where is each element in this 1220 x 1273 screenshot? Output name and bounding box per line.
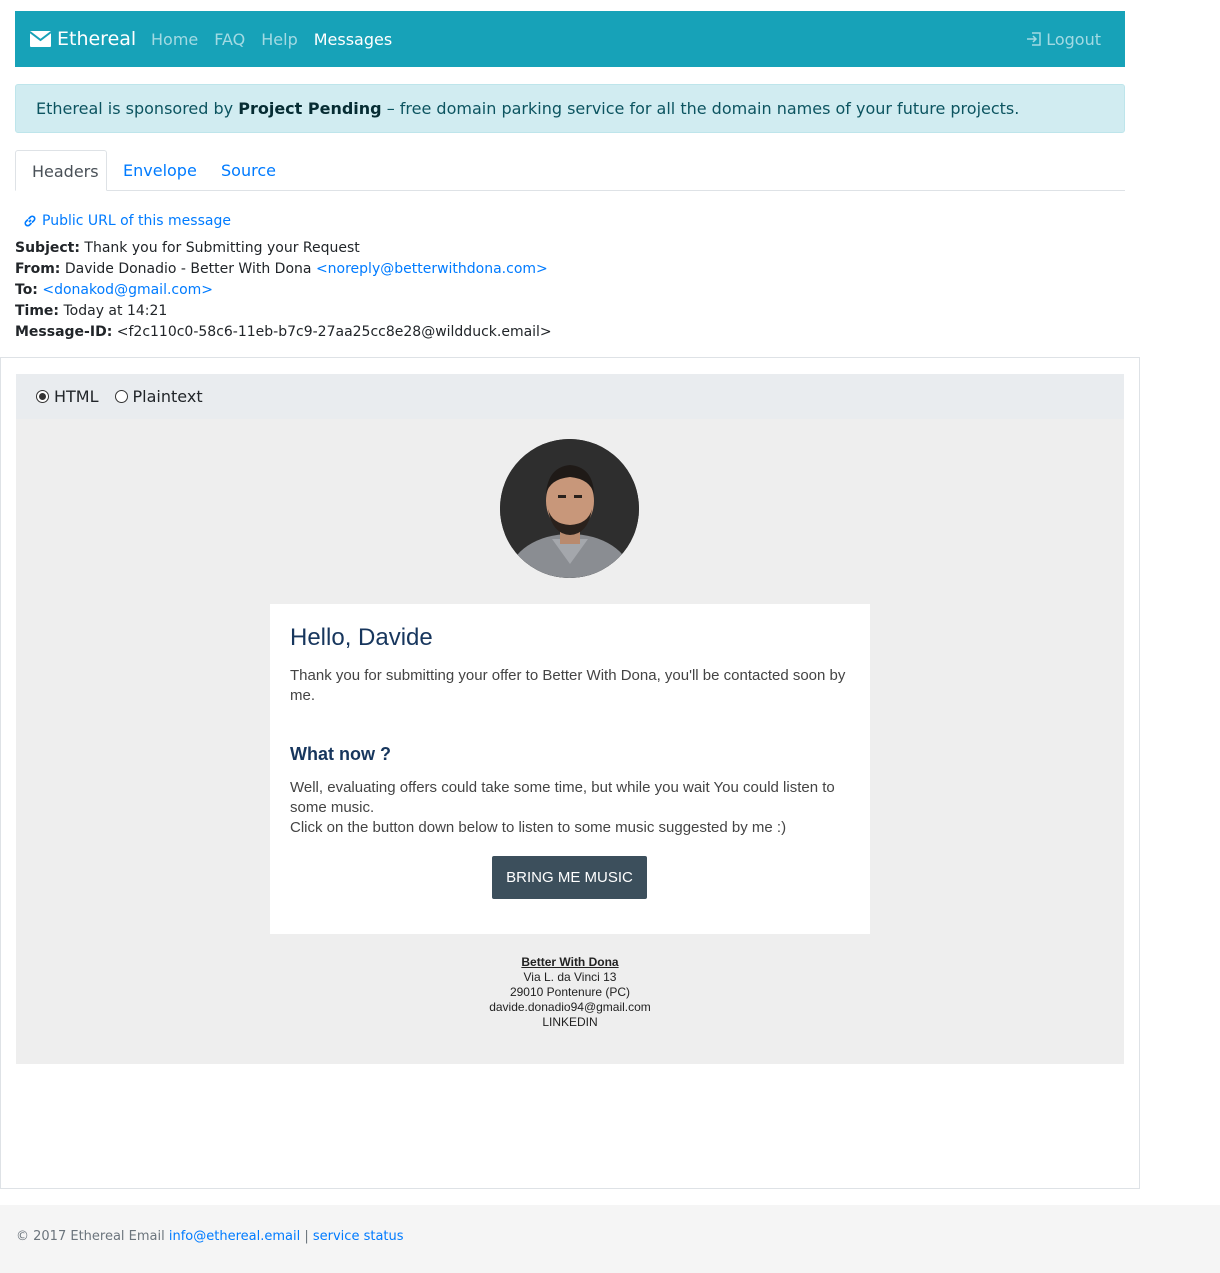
bring-me-music-button[interactable]: BRING ME MUSIC (492, 856, 647, 899)
message-id-label: Message-ID: (15, 324, 113, 340)
to-label: To: (15, 282, 38, 298)
public-url-label: Public URL of this message (42, 213, 231, 229)
avatar-portrait (500, 439, 639, 578)
email-intro: Thank you for submitting your offer to B… (290, 667, 846, 704)
sponsor-alert: Ethereal is sponsored by Project Pending… (15, 84, 1125, 133)
footer-copyright: © 2017 Ethereal Email (16, 1229, 169, 1244)
page-footer: © 2017 Ethereal Email info@ethereal.emai… (0, 1205, 1220, 1273)
subject-value: Thank you for Submitting your Request (84, 240, 360, 256)
header-time: Time: Today at 14:21 (15, 303, 167, 319)
email-subheading: What now ? (290, 744, 391, 764)
radio-html-indicator[interactable] (36, 390, 49, 403)
header-subject: Subject: Thank you for Submitting your R… (15, 240, 360, 256)
header-from: From: Davide Donadio - Better With Dona … (15, 261, 548, 277)
message-tabs: Headers Envelope Source (15, 150, 1125, 191)
message-id-value: <f2c110c0-58c6-11eb-b7c9-27aa25cc8e28@wi… (116, 324, 552, 340)
footer-city: 29010 Pontenure (PC) (509, 985, 631, 999)
subject-label: Subject: (15, 240, 80, 256)
footer-street: Via L. da Vinci 13 (523, 970, 617, 984)
nav-help[interactable]: Help (261, 30, 297, 49)
from-label: From: (15, 261, 61, 277)
header-message-id: Message-ID: <f2c110c0-58c6-11eb-b7c9-27a… (15, 324, 552, 340)
brand-link[interactable]: Ethereal (30, 11, 136, 67)
time-label: Time: (15, 303, 60, 319)
time-value: Today at 14:21 (63, 303, 168, 319)
sponsor-name[interactable]: Project Pending (238, 99, 381, 118)
sponsor-text: Ethereal is sponsored by Project Pending… (16, 99, 1019, 118)
from-email-link[interactable]: <noreply@betterwithdona.com> (316, 261, 548, 277)
brand-name: Ethereal (57, 28, 137, 50)
radio-html[interactable]: HTML (36, 387, 99, 406)
footer-company-link[interactable]: Better With Dona (270, 955, 870, 970)
sponsor-prefix: Ethereal is sponsored by (36, 99, 239, 118)
tab-headers[interactable]: Headers (15, 150, 107, 191)
tab-source[interactable]: Source (205, 150, 292, 190)
profile-avatar (500, 439, 639, 578)
envelope-icon (30, 31, 51, 47)
footer-separator: | (300, 1229, 313, 1244)
radio-html-label: HTML (54, 387, 99, 406)
logout-icon (1027, 32, 1041, 46)
email-body: Well, evaluating offers could take some … (290, 778, 850, 838)
footer-email[interactable]: davide.donadio94@gmail.com (270, 1000, 870, 1015)
footer-linkedin-link[interactable]: LINKEDIN (270, 1015, 870, 1030)
sponsor-suffix: – free domain parking service for all th… (381, 99, 1020, 118)
header-to: To: <donakod@gmail.com> (15, 282, 213, 298)
email-footer-address: Better With Dona Via L. da Vinci 13 2901… (270, 955, 870, 1030)
nav-home[interactable]: Home (151, 30, 198, 49)
footer-status-link[interactable]: service status (313, 1229, 404, 1244)
footer-text: © 2017 Ethereal Email info@ethereal.emai… (16, 1229, 404, 1244)
radio-plaintext[interactable]: Plaintext (114, 387, 203, 406)
from-name: Davide Donadio - Better With Dona (64, 261, 312, 277)
email-body-line-2: Click on the button down below to listen… (290, 819, 787, 836)
tab-envelope[interactable]: Envelope (107, 150, 213, 190)
link-icon (24, 215, 36, 227)
nav-links: Home FAQ Help Messages (151, 11, 408, 67)
nav-messages[interactable]: Messages (314, 30, 392, 49)
logout-link[interactable]: Logout (1026, 11, 1101, 67)
logout-label: Logout (1046, 29, 1101, 49)
nav-faq[interactable]: FAQ (214, 30, 245, 49)
view-toggle-bar: HTML Plaintext (16, 374, 1124, 419)
to-email-link[interactable]: <donakod@gmail.com> (42, 282, 213, 298)
email-card: Hello, Davide Thank you for submitting y… (270, 604, 870, 934)
top-navbar: Ethereal Home FAQ Help Messages Logout (15, 11, 1125, 67)
public-url-link[interactable]: Public URL of this message (23, 213, 231, 229)
radio-plaintext-indicator[interactable] (114, 390, 128, 403)
email-greeting: Hello, Davide (290, 624, 433, 651)
footer-contact-link[interactable]: info@ethereal.email (169, 1229, 300, 1244)
email-body-line-1: Well, evaluating offers could take some … (290, 779, 835, 816)
radio-plaintext-label: Plaintext (132, 387, 203, 406)
